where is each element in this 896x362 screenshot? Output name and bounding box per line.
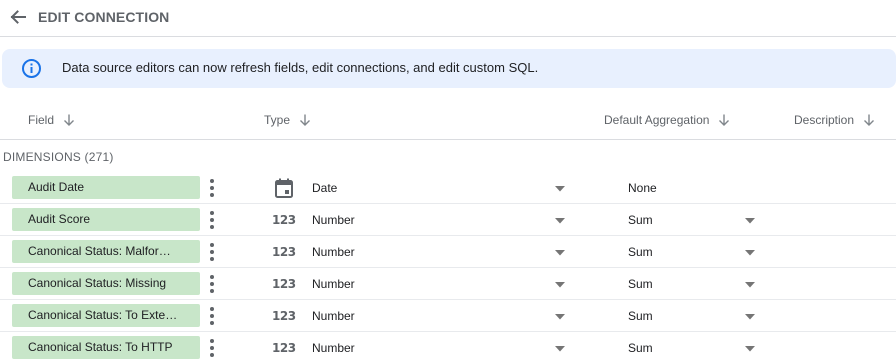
table-row: Canonical Status: Malfor… 123 Number Sum xyxy=(0,236,896,268)
field-name-chip[interactable]: Canonical Status: Malfor… xyxy=(12,240,200,263)
column-header-description[interactable]: Description xyxy=(794,112,876,128)
column-header-aggregation-label: Default Aggregation xyxy=(604,113,710,127)
number-icon: 123 xyxy=(272,245,296,259)
type-dropdown[interactable]: Number xyxy=(312,304,572,328)
dropdown-arrow-icon xyxy=(555,186,565,192)
sort-arrow-down-icon[interactable] xyxy=(298,113,312,127)
column-header-type[interactable]: Type xyxy=(264,112,312,128)
info-banner: Data source editors can now refresh fiel… xyxy=(2,49,896,88)
aggregation-dropdown[interactable]: Sum xyxy=(628,272,762,296)
table-row: Canonical Status: To HTTP 123 Number Sum xyxy=(0,332,896,362)
field-name-chip[interactable]: Audit Score xyxy=(12,208,200,231)
table-row: Audit Score 123 Number Sum xyxy=(0,204,896,236)
field-name-chip[interactable]: Canonical Status: To HTTP xyxy=(12,336,200,359)
type-value: Number xyxy=(312,341,355,355)
page-title: EDIT CONNECTION xyxy=(38,9,170,25)
dropdown-arrow-icon xyxy=(745,218,755,224)
aggregation-value-text: Sum xyxy=(628,245,653,259)
sort-arrow-down-icon[interactable] xyxy=(62,113,76,127)
column-header-field[interactable]: Field xyxy=(28,112,76,128)
type-value: Date xyxy=(312,181,338,195)
dropdown-arrow-icon xyxy=(555,218,565,224)
field-name-chip[interactable]: Canonical Status: Missing xyxy=(12,272,200,295)
type-value: Number xyxy=(312,309,355,323)
more-vert-icon[interactable] xyxy=(204,272,220,296)
table-row: Canonical Status: To Exte… 123 Number Su… xyxy=(0,300,896,332)
dropdown-arrow-icon xyxy=(555,346,565,352)
aggregation-value-text: Sum xyxy=(628,213,653,227)
more-vert-icon[interactable] xyxy=(204,240,220,264)
number-icon: 123 xyxy=(272,341,296,355)
aggregation-dropdown[interactable]: Sum xyxy=(628,336,762,360)
banner-text: Data source editors can now refresh fiel… xyxy=(62,60,539,75)
type-dropdown[interactable]: Number xyxy=(312,208,572,232)
type-value: Number xyxy=(312,277,355,291)
column-header-type-label: Type xyxy=(264,113,291,127)
aggregation-value-text: Sum xyxy=(628,341,653,355)
info-icon xyxy=(21,58,42,79)
more-vert-icon[interactable] xyxy=(204,304,220,328)
field-name-chip[interactable]: Canonical Status: To Exte… xyxy=(12,304,200,327)
type-dropdown[interactable]: Date xyxy=(312,176,572,200)
dropdown-arrow-icon xyxy=(745,314,755,320)
number-icon: 123 xyxy=(272,213,296,227)
dropdown-arrow-icon xyxy=(745,282,755,288)
type-value: Number xyxy=(312,245,355,259)
aggregation-value-text: Sum xyxy=(628,277,653,291)
dimensions-section-label: DIMENSIONS (271) xyxy=(3,150,114,164)
top-bar: EDIT CONNECTION xyxy=(0,0,896,37)
type-dropdown[interactable]: Number xyxy=(312,272,572,296)
sort-arrow-down-icon[interactable] xyxy=(862,113,876,127)
header-divider xyxy=(0,139,896,140)
type-dropdown[interactable]: Number xyxy=(312,240,572,264)
more-vert-icon[interactable] xyxy=(204,176,220,200)
aggregation-dropdown[interactable]: Sum xyxy=(628,240,762,264)
column-header-field-label: Field xyxy=(28,113,55,127)
table-row: Audit Date Date None xyxy=(0,172,896,204)
aggregation-value-text: None xyxy=(628,181,657,195)
calendar-icon xyxy=(275,178,293,198)
more-vert-icon[interactable] xyxy=(204,208,220,232)
dropdown-arrow-icon xyxy=(555,250,565,256)
aggregation-value: None xyxy=(628,176,762,200)
dropdown-arrow-icon xyxy=(555,314,565,320)
column-header-default-aggregation[interactable]: Default Aggregation xyxy=(604,112,731,128)
column-header-description-label: Description xyxy=(794,113,855,127)
dropdown-arrow-icon xyxy=(745,250,755,256)
number-icon: 123 xyxy=(272,277,296,291)
table-row: Canonical Status: Missing 123 Number Sum xyxy=(0,268,896,300)
type-value: Number xyxy=(312,213,355,227)
back-arrow-icon[interactable] xyxy=(8,7,28,27)
dropdown-arrow-icon xyxy=(745,346,755,352)
aggregation-value-text: Sum xyxy=(628,309,653,323)
type-dropdown[interactable]: Number xyxy=(312,336,572,360)
dropdown-arrow-icon xyxy=(555,282,565,288)
aggregation-dropdown[interactable]: Sum xyxy=(628,304,762,328)
aggregation-dropdown[interactable]: Sum xyxy=(628,208,762,232)
number-icon: 123 xyxy=(272,309,296,323)
more-vert-icon[interactable] xyxy=(204,336,220,360)
sort-arrow-down-icon[interactable] xyxy=(717,113,731,127)
field-name-chip[interactable]: Audit Date xyxy=(12,176,200,199)
